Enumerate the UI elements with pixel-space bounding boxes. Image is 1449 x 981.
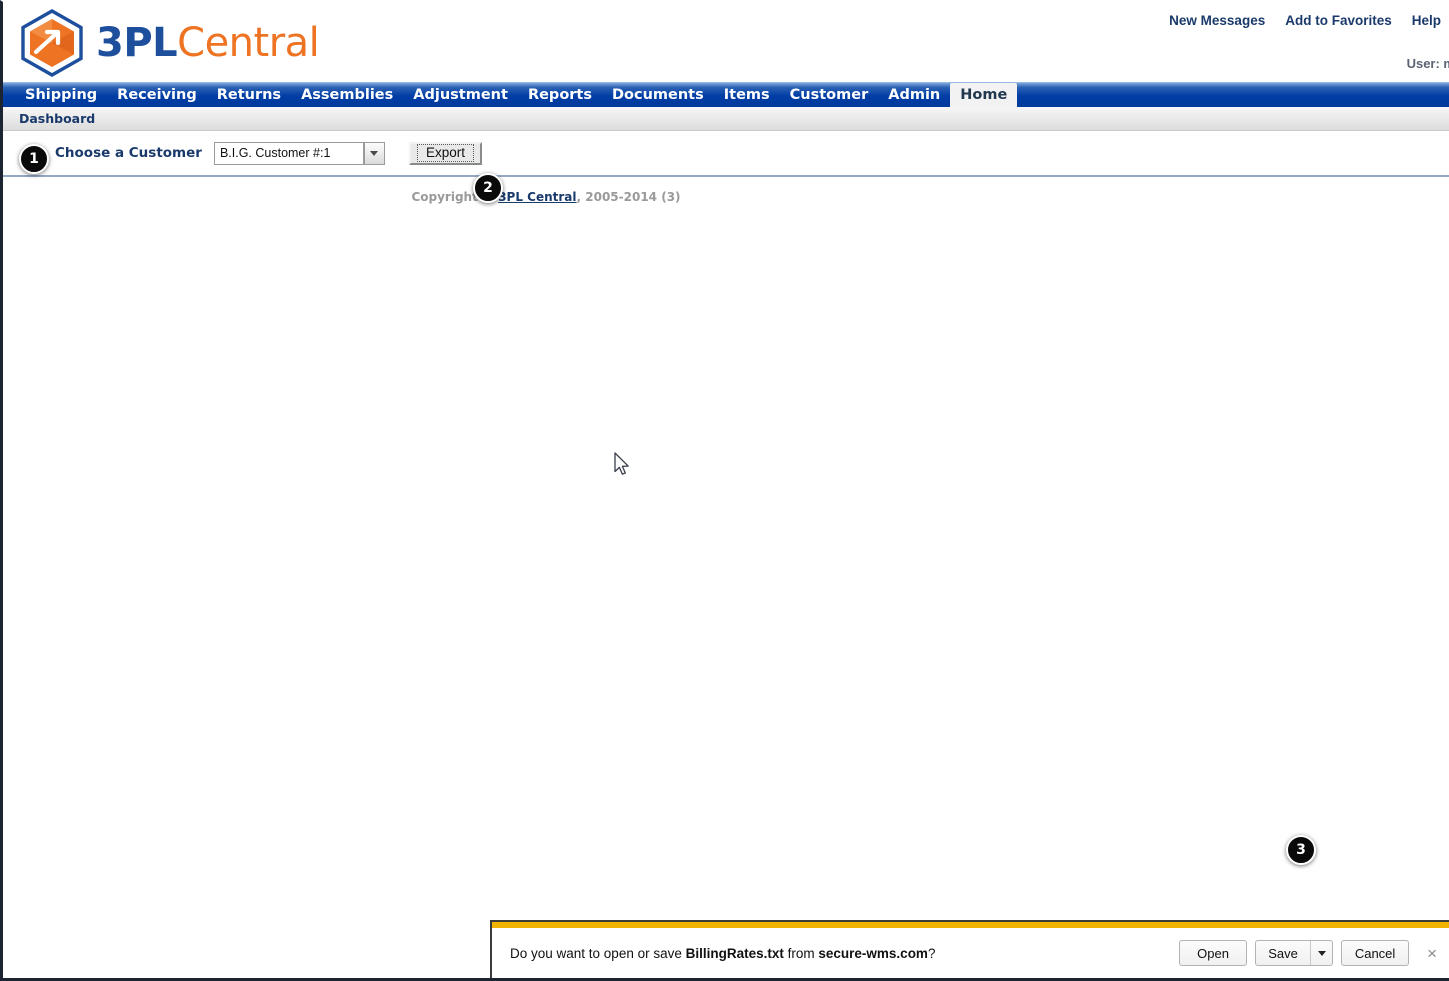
brand-wordmark: 3PLCentral	[96, 20, 320, 66]
main-navigation: Shipping Receiving Returns Assemblies Ad…	[3, 82, 1449, 107]
nav-item-returns[interactable]: Returns	[207, 83, 291, 107]
mouse-cursor-icon	[614, 452, 629, 475]
customer-toolbar: Choose a Customer B.I.G. Customer #:1 Ex…	[3, 131, 1449, 175]
open-button[interactable]: Open	[1179, 940, 1248, 966]
nav-item-adjustment[interactable]: Adjustment	[403, 83, 518, 107]
choose-customer-label: Choose a Customer	[55, 145, 202, 161]
cancel-button[interactable]: Cancel	[1341, 940, 1410, 966]
notification-body: Do you want to open or save BillingRates…	[492, 928, 1449, 978]
export-button-label: Export	[416, 144, 474, 162]
chevron-down-icon[interactable]	[363, 141, 385, 165]
save-button[interactable]: Save	[1256, 941, 1310, 965]
nav-item-assemblies[interactable]: Assemblies	[291, 83, 403, 107]
nav-item-admin[interactable]: Admin	[878, 83, 950, 107]
new-messages-link[interactable]: New Messages	[1169, 13, 1265, 28]
prompt-suffix: ?	[927, 945, 936, 961]
download-file-name: BillingRates.txt	[685, 945, 784, 961]
save-dropdown-chevron-icon[interactable]	[1310, 941, 1332, 965]
nav-item-shipping[interactable]: Shipping	[15, 83, 107, 107]
current-user-label: User: m	[1406, 56, 1449, 71]
callout-badge-2: 2	[473, 173, 503, 203]
help-link[interactable]: Help	[1412, 13, 1441, 28]
nav-item-customer[interactable]: Customer	[780, 83, 879, 107]
nav-item-documents[interactable]: Documents	[602, 83, 714, 107]
customer-select-value: B.I.G. Customer #:1	[219, 146, 331, 160]
copyright-suffix: , 2005-2014 (3)	[576, 190, 681, 204]
copyright-link[interactable]: 3PL Central	[498, 190, 576, 204]
add-to-favorites-link[interactable]: Add to Favorites	[1285, 13, 1392, 28]
breadcrumb[interactable]: Dashboard	[19, 111, 95, 126]
download-source-domain: secure-wms.com	[818, 945, 928, 961]
brand-name-3pl: 3PL	[96, 20, 178, 66]
3pl-cube-logo-icon	[21, 9, 83, 77]
download-prompt-text: Do you want to open or save BillingRates…	[510, 946, 935, 961]
notification-actions: Open Save Cancel ×	[1179, 940, 1441, 966]
brand-name-central: Central	[177, 20, 320, 66]
nav-item-reports[interactable]: Reports	[518, 83, 602, 107]
customer-select[interactable]: B.I.G. Customer #:1	[213, 141, 385, 165]
close-icon[interactable]: ×	[1427, 945, 1437, 962]
copyright-notice: Copyright © 3PL Central, 2005-2014 (3)	[3, 177, 1449, 204]
prompt-middle: from	[783, 945, 819, 961]
download-notification-bar: Do you want to open or save BillingRates…	[490, 920, 1449, 978]
prompt-prefix: Do you want to open or save	[510, 945, 686, 961]
site-header: 3PLCentral New Messages Add to Favorites…	[3, 2, 1449, 82]
nav-item-home[interactable]: Home	[950, 83, 1018, 107]
breadcrumb-bar: Dashboard	[3, 107, 1449, 131]
nav-item-receiving[interactable]: Receiving	[107, 83, 207, 107]
header-links: New Messages Add to Favorites Help	[1169, 13, 1441, 28]
nav-item-items[interactable]: Items	[714, 83, 780, 107]
save-split-button[interactable]: Save	[1255, 940, 1334, 966]
callout-badge-3: 3	[1286, 835, 1316, 865]
export-button[interactable]: Export	[408, 141, 482, 165]
callout-badge-1: 1	[19, 144, 49, 174]
browser-page: 3PLCentral New Messages Add to Favorites…	[0, 0, 1449, 981]
brand-logo[interactable]: 3PLCentral	[17, 8, 320, 78]
